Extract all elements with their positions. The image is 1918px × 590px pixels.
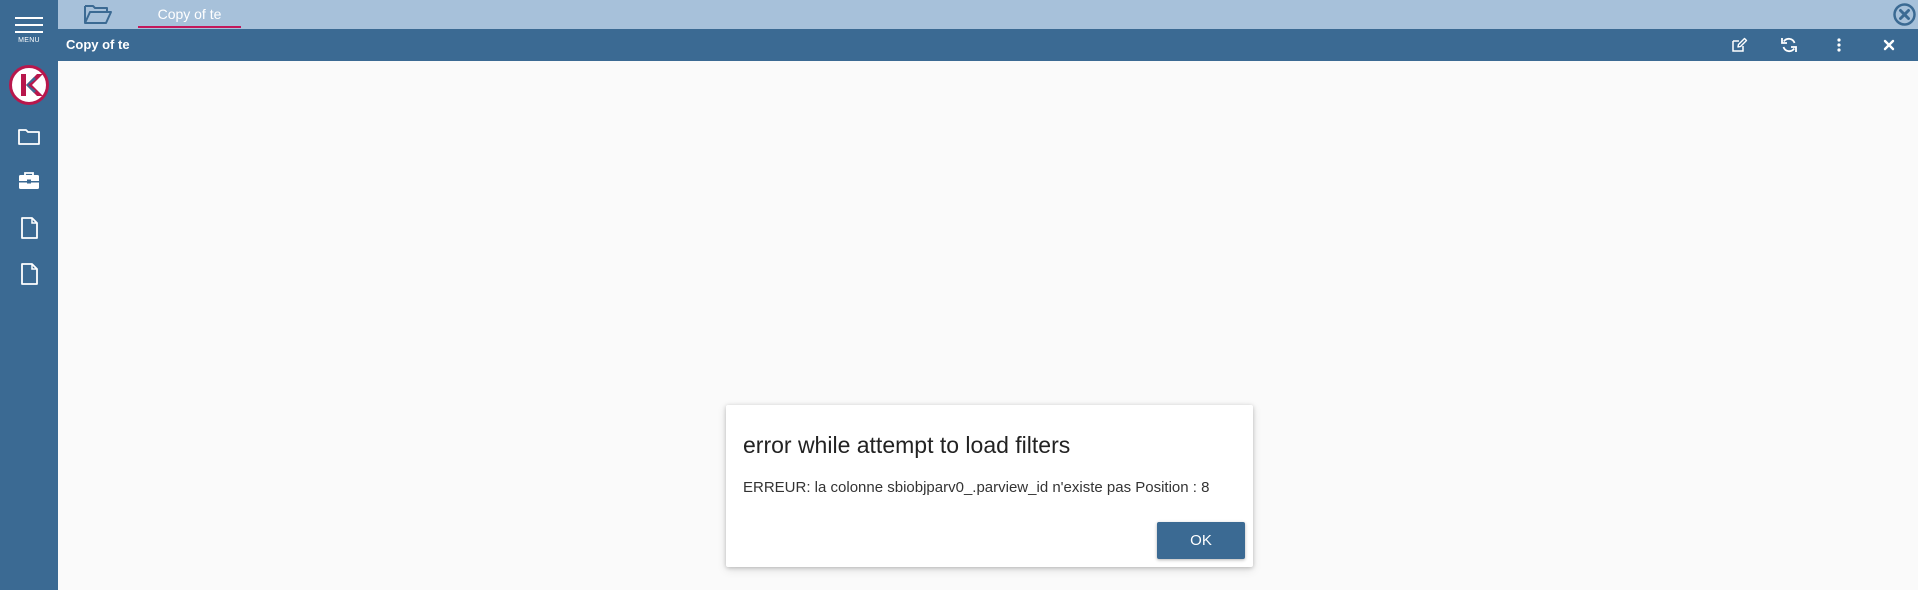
document-icon[interactable] [15, 214, 43, 242]
tab-bar: Copy of te [58, 0, 1918, 29]
close-circle-icon[interactable] [1893, 3, 1916, 26]
refresh-icon[interactable] [1779, 35, 1799, 55]
menu-button[interactable]: MENU [0, 0, 58, 50]
tab-label: Copy of te [157, 6, 222, 22]
document-title: Copy of te [66, 37, 130, 52]
document-toolbar: Copy of te [58, 29, 1918, 61]
close-icon[interactable] [1879, 35, 1899, 55]
folder-icon[interactable] [15, 122, 43, 150]
briefcase-icon[interactable] [15, 167, 43, 195]
menu-label: MENU [18, 37, 40, 44]
knowage-logo[interactable] [9, 65, 49, 105]
more-vertical-icon[interactable] [1829, 35, 1849, 55]
dialog-message: ERREUR: la colonne sbiobjparv0_.parview_… [743, 479, 1210, 496]
edit-icon[interactable] [1729, 35, 1749, 55]
hamburger-icon [15, 17, 43, 19]
document-icon[interactable] [15, 260, 43, 288]
folder-open-icon[interactable] [82, 2, 114, 26]
sidebar: MENU [0, 0, 58, 590]
dialog-title: error while attempt to load filters [743, 432, 1071, 458]
ok-button[interactable]: OK [1157, 522, 1245, 559]
error-dialog: error while attempt to load filters ERRE… [726, 405, 1253, 567]
tab-copy-of-te[interactable]: Copy of te [138, 0, 241, 28]
